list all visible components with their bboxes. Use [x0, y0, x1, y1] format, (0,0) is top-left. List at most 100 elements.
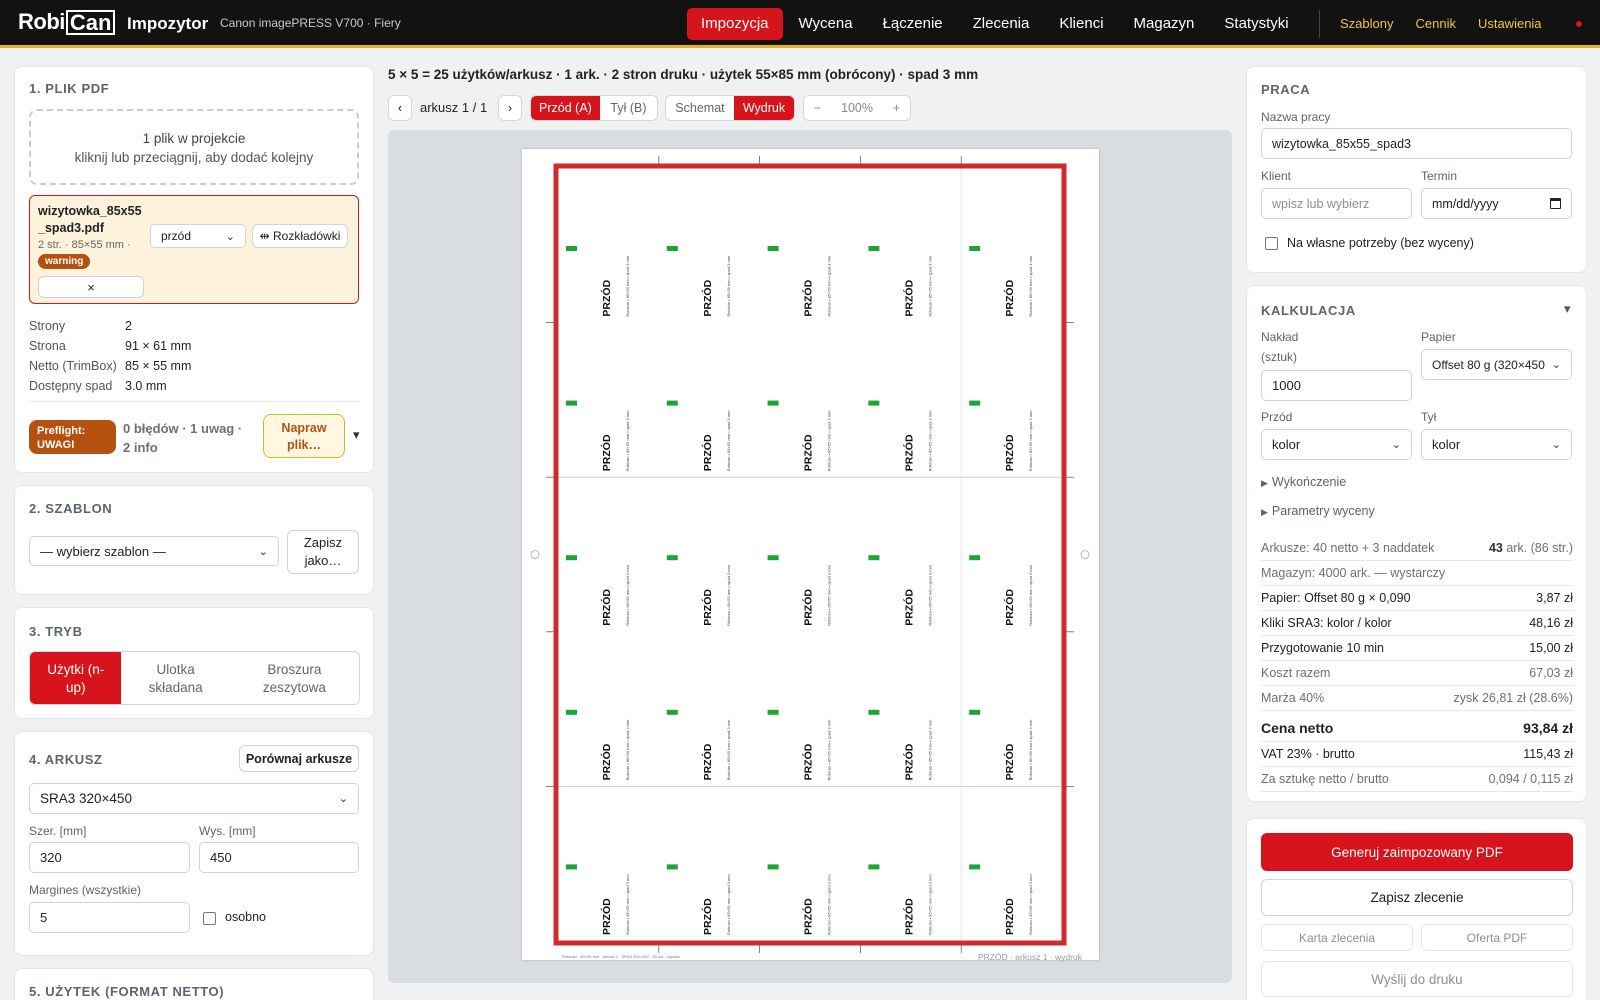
- nav-wycena[interactable]: Wycena: [785, 8, 867, 40]
- mode-option-nup[interactable]: Użytki (n- up): [30, 652, 122, 704]
- card-info-text: Robican • 85×55 mm • spad 3 mm: [927, 564, 932, 625]
- nav-ustawienia[interactable]: Ustawienia: [1478, 16, 1542, 31]
- mode-option-booklet[interactable]: Broszura zeszytowa: [230, 652, 359, 704]
- deadline-input[interactable]: mm/dd/yyyy: [1421, 188, 1572, 219]
- card-info-text: Robican • 85×55 mm • spad 3 mm: [726, 874, 731, 935]
- robican-logo[interactable]: Robi Can: [18, 9, 116, 35]
- send-to-print-button[interactable]: Wyślij do druku: [1261, 961, 1573, 997]
- qty-input[interactable]: 1000: [1261, 370, 1412, 401]
- card-front-label: PRZÓD: [902, 279, 915, 316]
- calc-row-label: Koszt razem: [1261, 666, 1331, 680]
- nav-magazyn[interactable]: Magazyn: [1120, 8, 1209, 40]
- margin-label: Margines (wszystkie): [29, 883, 142, 897]
- card-color-mark: [666, 709, 678, 715]
- qty-label-line1: Nakład: [1261, 330, 1299, 344]
- card-color-mark: [767, 400, 779, 406]
- back-color-select[interactable]: kolor ⌄: [1421, 429, 1572, 460]
- finishing-toggle[interactable]: ▶ Wykończenie: [1261, 475, 1346, 489]
- job-name-input[interactable]: wizytowka_85x55_spad3: [1261, 128, 1572, 159]
- compare-sheets-button[interactable]: Porównaj arkusze: [239, 745, 359, 772]
- notification-dot: [1576, 21, 1582, 27]
- nav-impozycja[interactable]: Impozycja: [687, 8, 783, 40]
- pdf-dropzone[interactable]: 1 plik w projekcie kliknij lub przeciągn…: [29, 109, 359, 185]
- zoom-control: − 100% +: [803, 95, 911, 121]
- calc-row-label: Kliki SRA3: kolor / kolor: [1261, 616, 1392, 630]
- pdf-card-title: 1. PLIK PDF: [29, 81, 110, 96]
- card-info-text: Robican • 85×55 mm • spad 3 mm: [927, 410, 932, 471]
- card-color-mark: [666, 864, 678, 870]
- template-select[interactable]: — wybierz szablon — ⌄: [29, 536, 279, 566]
- own-use-label: Na własne potrzeby (bez wyceny): [1287, 236, 1474, 250]
- nav-laczenie[interactable]: Łączenie: [869, 8, 957, 40]
- card-info-text: Robican • 85×55 mm • spad 3 mm: [625, 255, 630, 316]
- zoom-out-button[interactable]: −: [814, 101, 821, 115]
- file-name-line2: _spad3.pdf: [38, 221, 104, 235]
- file-side-value: przód: [161, 229, 192, 243]
- client-input[interactable]: wpisz lub wybierz: [1261, 188, 1412, 219]
- calc-row-stock: Magazyn: 4000 ark. — wystarczy: [1261, 561, 1573, 586]
- own-use-checkbox[interactable]: [1265, 237, 1278, 250]
- file-side-select[interactable]: przód ⌄: [150, 224, 246, 248]
- spread-button[interactable]: ⇹ Rozkładówki: [252, 224, 348, 248]
- calc-row-label: VAT 23% · brutto: [1261, 747, 1355, 761]
- margin-input[interactable]: 5: [29, 902, 190, 933]
- caret-right-icon: ▶: [1261, 478, 1268, 488]
- preflight-divider: [29, 401, 359, 402]
- card-front-label: PRZÓD: [600, 743, 613, 780]
- calc-collapse-icon[interactable]: ▾: [1564, 301, 1571, 317]
- front-color-select[interactable]: kolor ⌄: [1261, 429, 1412, 460]
- nav-cennik[interactable]: Cennik: [1415, 16, 1455, 31]
- prev-sheet-button[interactable]: ‹: [388, 95, 412, 121]
- side-back-button[interactable]: Tył (B): [600, 96, 657, 120]
- file-item: wizytowka_85x55 _spad3.pdf 2 str. · 85×5…: [29, 195, 359, 304]
- sheet-width-label: Szer. [mm]: [29, 824, 87, 838]
- prop-value-bleed: 3.0 mm: [125, 379, 167, 393]
- calendar-icon[interactable]: [1550, 198, 1561, 209]
- secondary-nav: Szablony Cennik Ustawienia: [1340, 16, 1542, 31]
- nav-klienci[interactable]: Klienci: [1045, 8, 1117, 40]
- preflight-expand-icon[interactable]: ▾: [353, 427, 360, 443]
- fix-file-button[interactable]: Napraw plik…: [263, 414, 345, 458]
- order-card-button[interactable]: Karta zlecenia: [1261, 924, 1413, 951]
- front-color-label: Przód: [1261, 410, 1293, 424]
- offer-pdf-button[interactable]: Oferta PDF: [1421, 924, 1573, 951]
- sheet-width-input[interactable]: 320: [29, 842, 190, 873]
- pricing-params-toggle[interactable]: ▶ Parametry wyceny: [1261, 504, 1375, 518]
- side-front-button[interactable]: Przód (A): [531, 96, 600, 120]
- save-order-button[interactable]: Zapisz zlecenie: [1261, 879, 1573, 916]
- calc-card-title: KALKULACJA: [1261, 303, 1356, 318]
- sheet-format-select[interactable]: SRA3 320×450 ⌄: [29, 783, 359, 814]
- sheet-height-input[interactable]: 450: [199, 842, 359, 873]
- sheets-total: 43: [1488, 541, 1503, 555]
- prop-label-trimbox: Netto (TrimBox): [29, 359, 117, 373]
- generate-pdf-button[interactable]: Generuj zaimpozowany PDF: [1261, 833, 1573, 871]
- calc-row-net-price: Cena netto 93,84 zł: [1261, 714, 1573, 742]
- paper-select[interactable]: Offset 80 g (320×450 ⌄: [1421, 349, 1572, 380]
- remove-file-button[interactable]: ×: [38, 276, 144, 298]
- warning-badge: warning: [38, 254, 91, 269]
- deadline-value: mm/dd/yyyy: [1432, 196, 1499, 211]
- view-schema-button[interactable]: Schemat: [666, 96, 734, 120]
- card-front-label: PRZÓD: [701, 434, 714, 471]
- job-card: PRACA Nazwa pracy wizytowka_85x55_spad3 …: [1246, 66, 1587, 273]
- zoom-in-button[interactable]: +: [893, 101, 900, 115]
- calc-row-label: Cena netto: [1261, 719, 1334, 736]
- view-toggle: Schemat Wydruk: [665, 95, 795, 121]
- pricing-params-label: Parametry wyceny: [1271, 504, 1375, 518]
- preflight-badge[interactable]: Preflight: UWAGI: [29, 420, 116, 454]
- card-info-text: Robican • 85×55 mm • spad 3 mm: [726, 719, 731, 780]
- mode-option-leaflet[interactable]: Ulotka składana: [121, 652, 229, 704]
- next-sheet-button[interactable]: ›: [498, 95, 522, 121]
- view-print-button[interactable]: Wydruk: [733, 96, 794, 120]
- side-toggle: Przód (A) Tył (B): [530, 95, 658, 121]
- separate-margins-checkbox[interactable]: [203, 912, 216, 925]
- nav-szablony[interactable]: Szablony: [1340, 16, 1393, 31]
- save-template-button[interactable]: Zapisz jako…: [287, 530, 359, 574]
- card-front-label: PRZÓD: [902, 434, 915, 471]
- save-template-line1: Zapisz: [303, 535, 343, 550]
- nav-zlecenia[interactable]: Zlecenia: [959, 8, 1044, 40]
- nav-statystyki[interactable]: Statystyki: [1210, 8, 1302, 40]
- card-front-label: PRZÓD: [902, 898, 915, 935]
- mode-booklet-line1: Broszura: [267, 662, 322, 677]
- chevron-right-icon: ›: [507, 101, 513, 115]
